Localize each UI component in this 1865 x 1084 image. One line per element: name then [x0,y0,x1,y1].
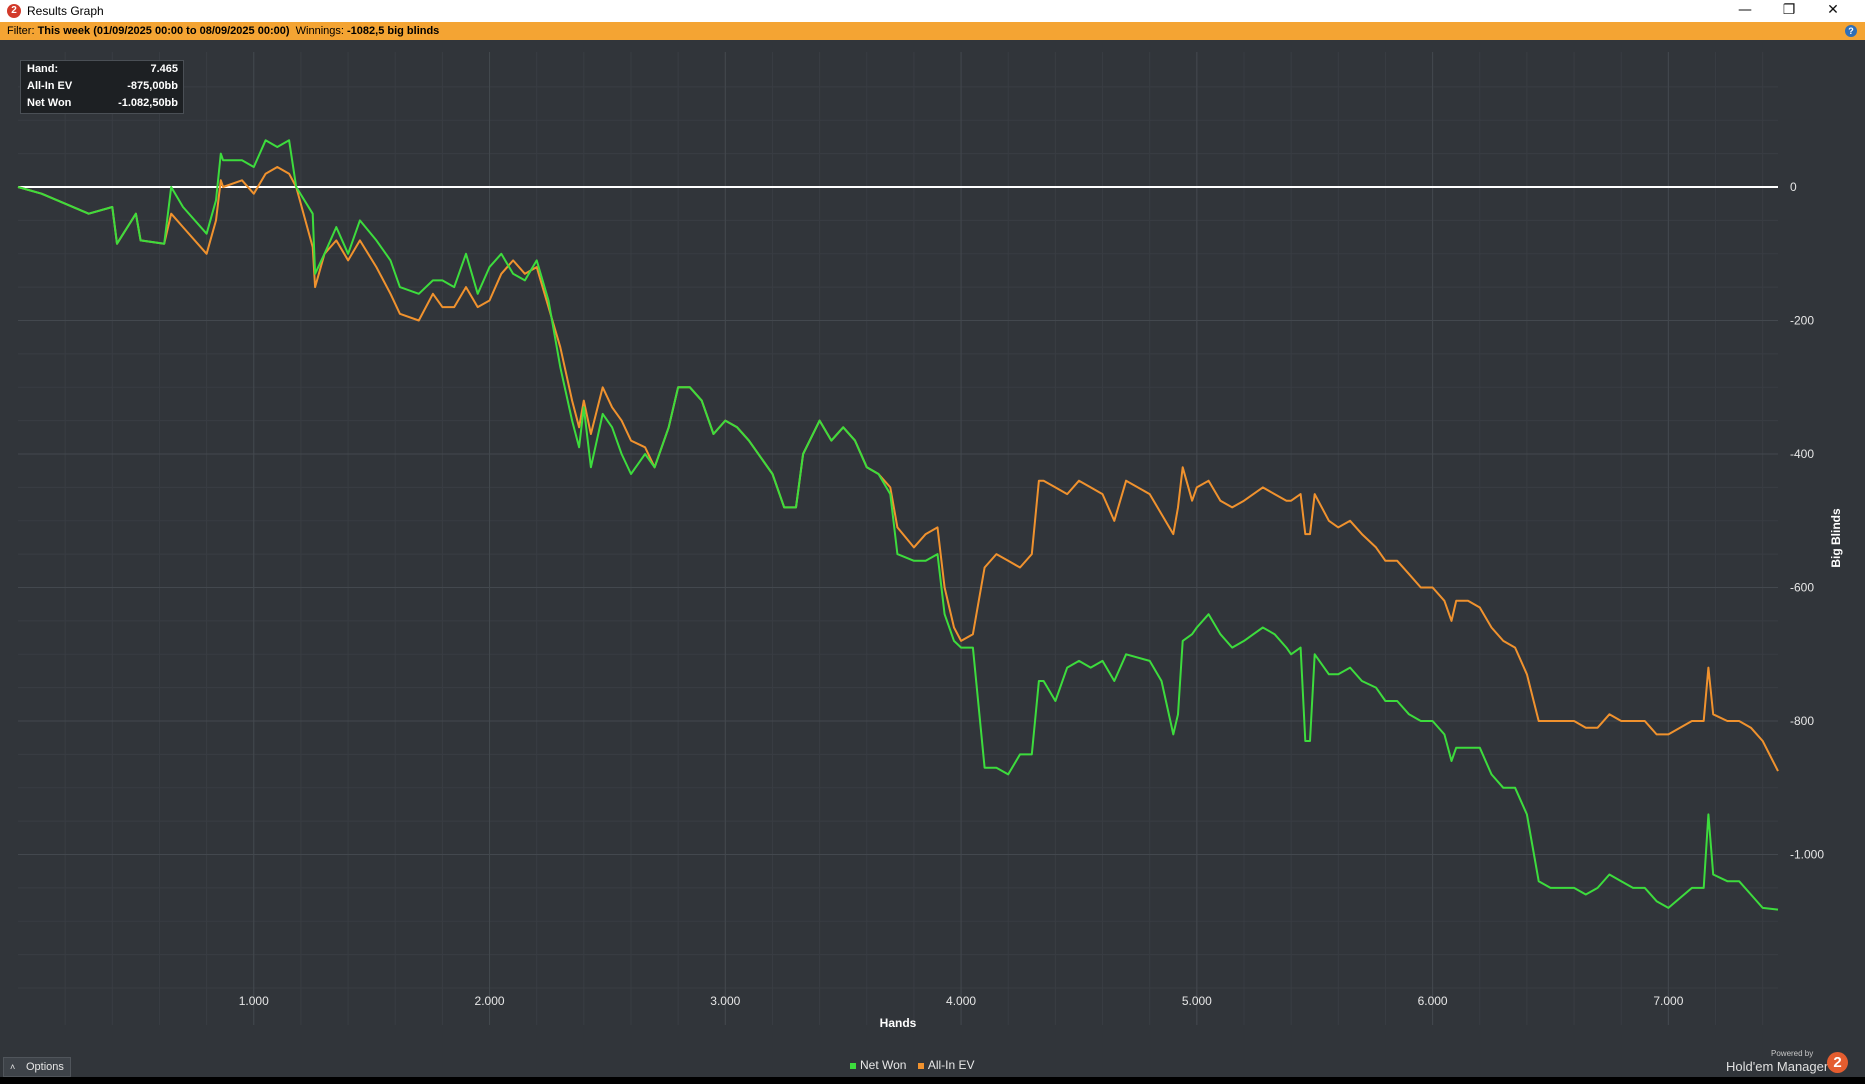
x-axis-label: Hands [880,1016,917,1030]
legend-label-net-won: Net Won [860,1058,907,1072]
minimize-button[interactable]: — [1723,0,1767,22]
legend-swatch-all-in-ev [917,1062,924,1069]
y-tick-label: -600 [1790,581,1814,595]
title-bar: 2 Results Graph — ❐ ✕ [0,0,1865,23]
brand-logo-icon: 2 [1827,1052,1848,1073]
legend-item-net-won[interactable]: Net Won [850,1058,910,1072]
x-tick-label: 2.000 [475,994,505,1008]
close-button[interactable]: ✕ [1811,0,1855,22]
chart-area: 1.000 2.000 3.000 4.000 5.000 6.000 7.000 0 -20… [0,40,1865,1077]
legend-label-all-in-ev: All-In EV [927,1058,975,1072]
tooltip-hand-value: 7.465 [150,63,178,75]
tooltip-ev-row: All-In EV -875,00bb [21,78,183,95]
restore-button[interactable]: ❐ [1767,0,1811,22]
filter-label: Filter: [7,25,35,37]
powered-by-label: Powered by [1771,1049,1814,1058]
y-tick-label: -200 [1790,314,1814,328]
x-tick-label: 4.000 [946,994,976,1008]
y-tick-label: 0 [1790,180,1797,194]
options-button[interactable]: ˄ Options [3,1057,71,1077]
tooltip-ev-value: -875,00bb [127,80,178,92]
tooltip-hand-row: Hand: 7.465 [21,61,183,78]
x-tick-label: 3.000 [710,994,740,1008]
legend-swatch-net-won [850,1062,856,1069]
x-tick-label: 6.000 [1418,994,1448,1008]
options-label: Options [26,1061,64,1073]
y-tick-label: -1.000 [1790,848,1824,862]
results-graph-window: 2 Results Graph — ❐ ✕ Filter: This week … [0,0,1865,1084]
results-chart[interactable]: 1.000 2.000 3.000 4.000 5.000 6.000 7.000 0 -20… [0,40,1865,1077]
tooltip-ev-label: All-In EV [27,80,73,92]
tooltip-net-row: Net Won -1.082,50bb [21,95,183,112]
chevron-up-icon: ˄ [10,1062,16,1072]
plot-background [18,52,1778,1025]
tooltip-hand-label: Hand: [27,63,59,75]
legend-item-all-in-ev[interactable]: All-In EV [917,1058,975,1072]
x-tick-label: 1.000 [239,994,269,1008]
y-axis-label: Big Blinds [1829,508,1843,568]
brand-label: Hold'em Manager [1726,1059,1829,1074]
tooltip-net-label: Net Won [27,97,72,109]
chart-legend: Net Won All-In EV [850,1058,983,1072]
app-logo-icon: 2 [7,4,21,18]
window-title: Results Graph [27,4,104,18]
winnings-value: -1082,5 big blinds [347,25,440,37]
tooltip-net-value: -1.082,50bb [118,97,178,109]
winnings-label: Winnings: [295,25,344,37]
filter-bar[interactable]: Filter: This week (01/09/2025 00:00 to 0… [0,22,1865,40]
y-axis-ticks: 0 -200 -400 -600 -800 -1.000 [1790,180,1824,862]
hover-tooltip: Hand: 7.465 All-In EV -875,00bb Net Won … [20,60,184,114]
x-tick-label: 7.000 [1653,994,1683,1008]
help-icon[interactable]: ? [1845,25,1857,37]
y-tick-label: -400 [1790,447,1814,461]
x-tick-label: 5.000 [1182,994,1212,1008]
filter-value: This week (01/09/2025 00:00 to 08/09/202… [37,25,290,37]
y-tick-label: -800 [1790,714,1814,728]
